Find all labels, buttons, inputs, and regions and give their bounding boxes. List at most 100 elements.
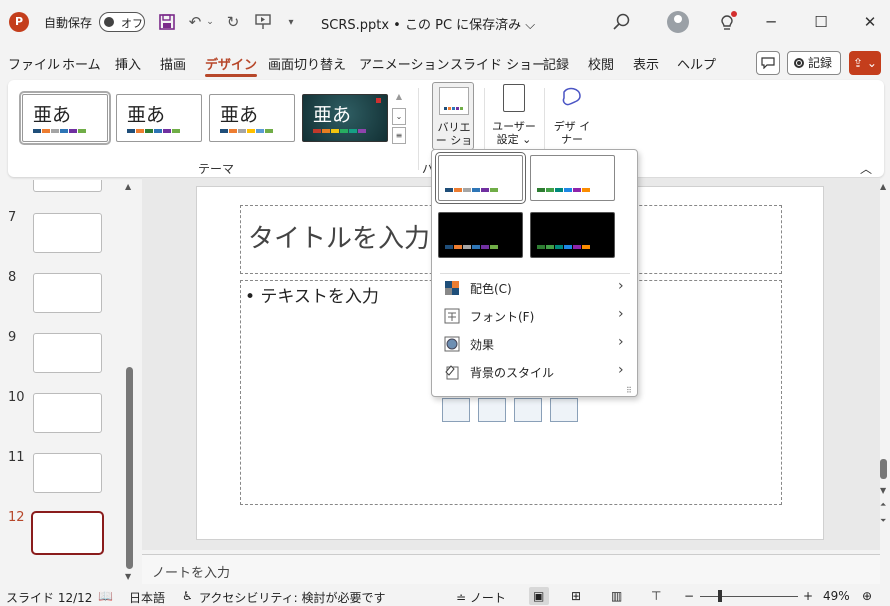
editor-scroll-down-icon[interactable]: ▼ (880, 486, 886, 495)
search-icon[interactable] (612, 12, 632, 32)
dropdown-divider (440, 273, 630, 274)
collapse-ribbon-icon[interactable]: ︿ (860, 160, 872, 177)
theme-office-3[interactable]: 亜あ (209, 94, 295, 142)
zoom-level[interactable]: 49% (823, 589, 850, 603)
normal-view-icon[interactable]: ▣ (533, 589, 544, 603)
variation-color-bars (445, 245, 499, 249)
close-button[interactable]: ✕ (855, 8, 885, 36)
gallery-more-icon[interactable]: ≡ (392, 127, 406, 144)
insert-table-icon[interactable] (514, 398, 542, 422)
tab-design[interactable]: デザイン (205, 54, 258, 77)
chevron-right-icon: › (618, 278, 624, 294)
zoom-slider-track[interactable] (700, 596, 798, 597)
tab-insert[interactable]: 挿入 (115, 54, 141, 74)
tab-transitions[interactable]: 画面切り替え (268, 54, 346, 74)
save-icon[interactable] (156, 10, 178, 34)
tab-help[interactable]: ヘルプ (677, 54, 716, 74)
customize-qat-icon[interactable]: ▾ (283, 10, 299, 34)
tab-file[interactable]: ファイル (8, 54, 60, 74)
record-button[interactable]: 記録 (787, 51, 841, 75)
insert-video-icon[interactable] (478, 398, 506, 422)
resize-grip-icon[interactable]: ⠿ (626, 386, 632, 395)
menu-item-colors[interactable]: 配色(C) › (432, 275, 637, 301)
variation-dark-2[interactable] (530, 212, 615, 258)
language-indicator[interactable]: 日本語 (129, 589, 165, 606)
menu-item-label: 効果 (470, 338, 495, 352)
accessibility-icon[interactable]: ♿ (182, 589, 193, 603)
theme-office-2[interactable]: 亜あ (116, 94, 202, 142)
undo-dropdown-icon[interactable]: ⌄ (205, 10, 215, 34)
menu-item-fonts[interactable]: フォント(F) › (432, 303, 637, 329)
slide-thumbnail-6-partial[interactable] (33, 180, 102, 192)
menu-item-background-styles[interactable]: 背景のスタイル › (432, 359, 637, 385)
editor-scrollbar-thumb[interactable] (880, 459, 887, 479)
record-icon (794, 58, 804, 68)
fit-to-window-icon[interactable]: ⊕ (862, 589, 872, 603)
present-from-beginning-icon[interactable] (252, 10, 274, 34)
tab-review[interactable]: 校閲 (588, 54, 614, 74)
tab-draw[interactable]: 描画 (160, 54, 186, 74)
reading-view-icon[interactable]: ▥ (611, 589, 622, 603)
editor-scroll-up-icon[interactable]: ▲ (880, 182, 886, 191)
theme-office[interactable]: 亜あ (19, 91, 111, 145)
theme-glyph: 亜あ (313, 104, 352, 126)
variation-light-1[interactable] (435, 152, 526, 204)
undo-icon[interactable]: ↶ (186, 10, 204, 34)
slide-thumbnail-9[interactable] (33, 333, 102, 373)
theme-dark-teal[interactable]: 亜あ (302, 94, 388, 142)
spelling-icon[interactable]: 📖 (98, 589, 113, 603)
autosave-toggle[interactable]: オフ (99, 12, 145, 32)
slide-thumbnail-7[interactable] (33, 213, 102, 253)
zoom-slider-knob[interactable] (718, 590, 722, 602)
variations-button[interactable]: バリエー ション ⌄ (432, 82, 474, 160)
designer-button[interactable]: デザ イナー (552, 82, 592, 150)
next-slide-icon[interactable]: ⏷ (880, 516, 886, 526)
account-avatar[interactable] (667, 11, 689, 33)
slide-panel-scrollbar-thumb[interactable] (126, 367, 133, 569)
menu-item-label: 配色(C) (470, 282, 512, 296)
redo-icon[interactable]: ↻ (224, 10, 242, 34)
accessibility-status[interactable]: アクセシビリティ: 検討が必要です (199, 589, 386, 606)
gallery-down-icon[interactable]: ⌄ (392, 108, 406, 125)
tab-slideshow[interactable]: スライド ショー (450, 54, 545, 74)
variation-dark-1[interactable] (438, 212, 523, 258)
theme-glyph: 亜あ (220, 104, 259, 126)
customize-button[interactable]: ユーザー 設定 ⌄ (492, 82, 536, 150)
minimize-button[interactable]: ─ (756, 8, 786, 36)
theme-color-bars (220, 129, 274, 133)
document-title[interactable]: SCRS.pptx • この PC に保存済み ⌵ (321, 14, 535, 33)
menu-item-effects[interactable]: 効果 › (432, 331, 637, 357)
tab-animations[interactable]: アニメーション (359, 54, 449, 74)
slide-thumbnail-10[interactable] (33, 393, 102, 433)
variation-light-2[interactable] (530, 155, 615, 201)
scroll-down-icon[interactable]: ▼ (125, 572, 131, 581)
insert-chart-icon[interactable] (550, 398, 578, 422)
comment-icon (761, 57, 775, 70)
slide-number: 11 (8, 450, 25, 465)
autosave-state: オフ (121, 17, 143, 30)
slideshow-view-icon[interactable]: ⊤ (651, 589, 661, 603)
tab-home[interactable]: ホーム (62, 54, 101, 74)
lightbulb-icon[interactable] (715, 10, 739, 34)
zoom-out-button[interactable]: − (684, 589, 694, 603)
tab-record[interactable]: 記録 (543, 54, 569, 74)
maximize-button[interactable]: ☐ (806, 8, 836, 36)
zoom-in-button[interactable]: + (803, 589, 813, 603)
record-label: 記録 (808, 56, 833, 70)
slide-sorter-icon[interactable]: ⊞ (571, 589, 581, 603)
share-button[interactable]: ⇪ ⌄ (849, 51, 881, 75)
gallery-up-icon[interactable]: ▲ (392, 89, 406, 106)
slide-thumbnail-12[interactable] (31, 511, 104, 555)
customize-label: ユーザー 設定 ⌄ (492, 120, 536, 146)
scroll-up-icon[interactable]: ▲ (125, 182, 131, 191)
tab-view[interactable]: 表示 (633, 54, 659, 74)
insert-picture-icon[interactable] (442, 398, 470, 422)
slide-count: スライド 12/12 (6, 591, 93, 605)
slide-thumbnail-8[interactable] (33, 273, 102, 313)
previous-slide-icon[interactable]: ⏶ (880, 500, 886, 510)
notes-toggle[interactable]: ≐ ノート (456, 589, 506, 606)
status-bar: スライド 12/12 📖 日本語 ♿ アクセシビリティ: 検討が必要です ≐ ノ… (0, 586, 890, 606)
comments-button[interactable] (756, 51, 780, 75)
notes-pane[interactable]: ノートを入力 (142, 554, 880, 584)
slide-thumbnail-11[interactable] (33, 453, 102, 493)
